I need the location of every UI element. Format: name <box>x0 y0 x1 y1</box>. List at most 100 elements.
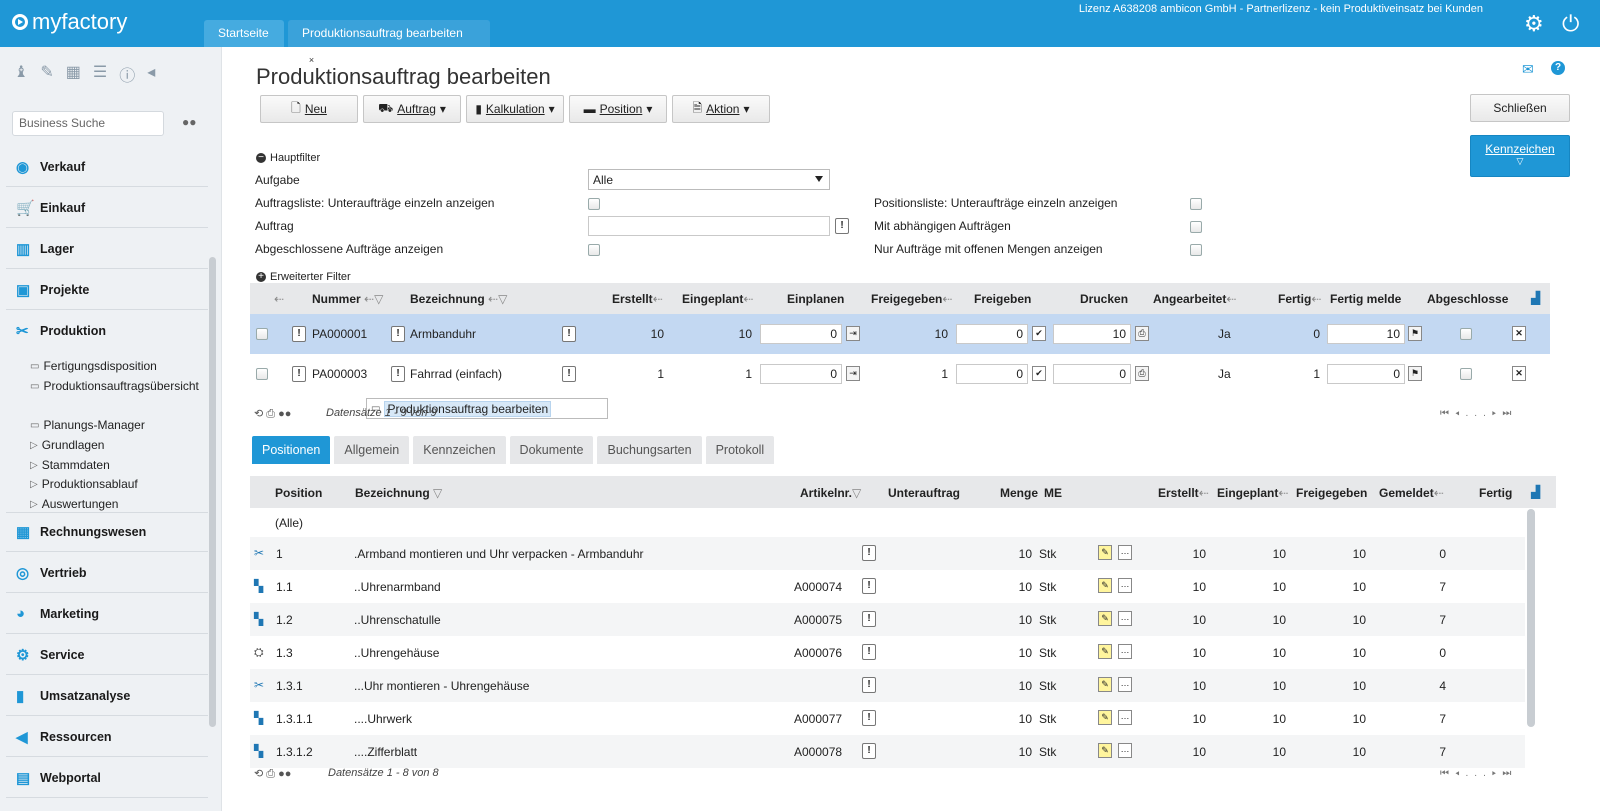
gear-icon[interactable]: ⚙ <box>1524 12 1544 36</box>
kalkulation-button[interactable]: ▮ Kalkulation ▾ <box>466 95 564 123</box>
printer-icon[interactable]: ⎙ <box>1135 326 1149 341</box>
col-angearbeitet[interactable]: Angearbeitet⇠ <box>1153 292 1236 306</box>
auftragsliste-checkbox[interactable] <box>588 198 600 210</box>
sidebar-sub-fertigungsdisposition[interactable]: ▭ Fertigungsdisposition <box>30 359 157 373</box>
positionsliste-checkbox[interactable] <box>1190 198 1202 210</box>
col-einplanen[interactable]: Einplanen <box>787 292 844 306</box>
position-row[interactable]: ✂ 1.3.1 ...Uhr montieren - Uhrengehäuse … <box>250 669 1525 702</box>
sidebar-item-umsatzanalyse[interactable]: ▮ Umsatzanalyse <box>6 676 208 716</box>
next-page-icon[interactable]: ▸ <box>1492 768 1503 779</box>
sidebar-sub-produktionsauftragsuebersicht[interactable]: ▭ Produktionsauftragsübersicht <box>30 379 199 393</box>
col-pos-freigegeben[interactable]: Freigegeben <box>1296 486 1367 500</box>
sidebar-item-einkauf[interactable]: 🛒 Einkauf <box>6 188 208 228</box>
calendar-icon[interactable]: ▦ <box>66 62 81 86</box>
einplanen-input[interactable]: 0 <box>760 324 842 344</box>
col-gemeldet[interactable]: Gemeldet⇠ <box>1379 486 1444 500</box>
unterauftrag-button[interactable]: ! <box>862 743 876 759</box>
position-row[interactable]: ▚ 1.1 ..Uhrenarmband A000074 ! 10 Stk ✎ … <box>250 570 1525 603</box>
tab-allgemein[interactable]: Allgemein <box>334 436 410 464</box>
first-page-icon[interactable]: ⏮ <box>1440 408 1455 419</box>
positions-scrollbar[interactable] <box>1527 509 1535 727</box>
sidebar-item-verkauf[interactable]: ◉ Verkauf <box>6 147 208 187</box>
sidebar-sub-produktionsablauf[interactable]: ▷ Produktionsablauf <box>30 477 138 491</box>
sort-reset-icon[interactable]: ⇠ <box>274 292 284 306</box>
more-button[interactable]: … <box>1118 677 1132 692</box>
pencil-icon[interactable]: ✎ <box>1098 545 1112 560</box>
finish-flag-icon[interactable]: ⚑ <box>1408 366 1422 381</box>
abhaengig-checkbox[interactable] <box>1190 221 1202 233</box>
col-fertig-melden[interactable]: Fertig melden <box>1330 292 1402 306</box>
col-pos-erstellt[interactable]: Erstellt⇠ <box>1158 486 1209 500</box>
hauptfilter-toggle[interactable]: − Hauptfilter <box>256 152 320 164</box>
search-options-icon[interactable]: ●● <box>182 115 197 129</box>
print-icon[interactable]: ⎙ <box>266 408 275 420</box>
print-icon[interactable]: ⎙ <box>266 768 275 780</box>
col-pos-fertig[interactable]: Fertig <box>1479 486 1512 500</box>
row-info-button[interactable]: ! <box>391 326 405 342</box>
tab-buchungsarten[interactable]: Buchungsarten <box>597 436 702 464</box>
order-row[interactable]: ! PA000003 ! Fahrrad (einfach) ! 1 1 0 ⇥… <box>250 354 1550 394</box>
tab-positionen[interactable]: Positionen <box>252 436 331 464</box>
freigeben-input[interactable]: 0 <box>956 364 1028 384</box>
col-fertig[interactable]: Fertig⇠ <box>1278 292 1321 306</box>
col-pos-eingeplant[interactable]: Eingeplant⇠ <box>1217 486 1288 500</box>
refresh-icon[interactable]: ⟲ <box>254 768 263 780</box>
erweiterter-filter-toggle[interactable]: + Erweiterter Filter <box>256 271 351 283</box>
sidebar-item-service[interactable]: ⚙ Service <box>6 635 208 675</box>
last-page-icon[interactable]: ⏭ <box>1502 408 1517 419</box>
col-abgeschlossen[interactable]: Abgeschlossen <box>1427 292 1509 306</box>
aufgabe-select[interactable]: Alle <box>588 169 830 190</box>
options-icon[interactable]: ●● <box>278 408 291 420</box>
sidebar-item-marketing[interactable]: ◕ Marketing <box>6 594 208 634</box>
sidebar-item-lager[interactable]: ▥ Lager <box>6 229 208 269</box>
position-button[interactable]: ▬ Position ▾ <box>569 95 667 123</box>
pencil-icon[interactable]: ✎ <box>1098 578 1112 593</box>
info-icon[interactable]: ⓘ <box>119 62 135 86</box>
app-logo[interactable]: myfactory <box>12 9 127 35</box>
next-page-icon[interactable]: ▸ <box>1492 408 1503 419</box>
more-button[interactable]: … <box>1118 743 1132 758</box>
more-button[interactable]: … <box>1118 578 1132 593</box>
col-eingeplant[interactable]: Eingeplant⇠ <box>682 292 753 306</box>
row-info-button[interactable]: ! <box>562 366 576 382</box>
abgeschlossen-checkbox[interactable] <box>1460 328 1472 340</box>
refresh-icon[interactable]: ⟲ <box>254 408 263 420</box>
position-row[interactable]: ▚ 1.3.1.2 ....Zifferblatt A000078 ! 10 S… <box>250 735 1525 768</box>
more-button[interactable]: … <box>1118 710 1132 725</box>
column-chooser-icon[interactable]: ▟ <box>1531 485 1540 499</box>
sidebar-item-webportal[interactable]: ▤ Webportal <box>6 758 208 798</box>
sidebar-sub-grundlagen[interactable]: ▷ Grundlagen <box>30 438 104 452</box>
finish-flag-icon[interactable]: ⚑ <box>1408 326 1422 341</box>
mail-icon[interactable]: ✉ <box>1522 61 1534 78</box>
more-button[interactable]: … <box>1118 545 1132 560</box>
abgeschlossene-checkbox[interactable] <box>588 244 600 256</box>
column-chooser-icon[interactable]: ▟ <box>1531 291 1540 305</box>
sidebar-sub-auswertungen[interactable]: ▷ Auswertungen <box>30 497 118 511</box>
tab-startseite[interactable]: Startseite <box>204 20 284 47</box>
printer-icon[interactable]: ⎙ <box>1135 366 1149 381</box>
col-erstellt[interactable]: Erstellt⇠ <box>612 292 663 306</box>
sidebar-sub-stammdaten[interactable]: ▷ Stammdaten <box>30 458 110 472</box>
row-select-checkbox[interactable] <box>256 328 268 340</box>
filter-all-label[interactable]: (Alle) <box>275 516 303 530</box>
tab-protokoll[interactable]: Protokoll <box>705 436 775 464</box>
order-row[interactable]: ! PA000001 ! Armbanduhr ! 10 10 0 ⇥ 10 0… <box>250 314 1550 354</box>
sidebar-item-produktion[interactable]: ✂ Produktion <box>6 311 208 351</box>
offene-mengen-checkbox[interactable] <box>1190 244 1202 256</box>
first-page-icon[interactable]: ⏮ <box>1440 768 1455 779</box>
sidebar-item-ressourcen[interactable]: ◀ Ressourcen <box>6 717 208 757</box>
row-info-button[interactable]: ! <box>292 366 306 382</box>
unterauftrag-button[interactable]: ! <box>862 710 876 726</box>
delete-icon[interactable]: ✕ <box>1512 366 1526 381</box>
sidebar-scrollbar[interactable] <box>209 257 216 727</box>
tab-dokumente[interactable]: Dokumente <box>509 436 594 464</box>
fertig-melden-input[interactable]: 10 <box>1327 324 1405 344</box>
col-unterauftrag[interactable]: Unterauftrag <box>888 486 960 500</box>
freigeben-input[interactable]: 0 <box>956 324 1028 344</box>
auftrag-lookup-button[interactable]: ! <box>835 218 849 234</box>
unterauftrag-button[interactable]: ! <box>862 644 876 660</box>
power-icon[interactable]: ⏻ <box>1562 12 1579 36</box>
pencil-icon[interactable]: ✎ <box>1098 611 1112 626</box>
aktion-button[interactable]: 🗎 Aktion ▾ <box>672 95 770 123</box>
unterauftrag-button[interactable]: ! <box>862 677 876 693</box>
